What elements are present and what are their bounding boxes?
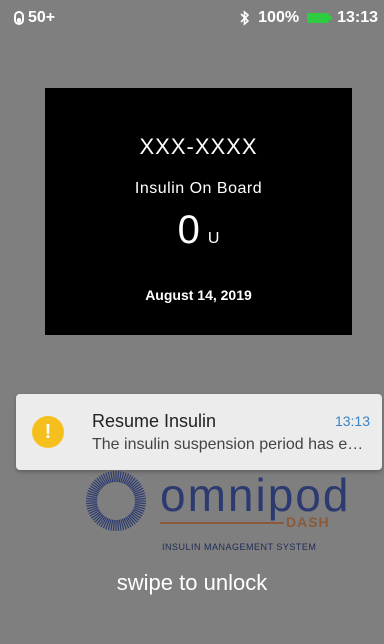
status-left: 50+ (14, 9, 55, 27)
battery-icon (307, 13, 333, 23)
card-date: August 14, 2019 (145, 287, 252, 303)
iob-label: Insulin On Board (134, 180, 263, 197)
logo-subtitle: INSULIN MANAGEMENT SYSTEM (162, 542, 317, 552)
status-bar: 50+ 100% 13:13 (0, 0, 384, 36)
battery-percent: 100% (258, 9, 300, 26)
omnipod-logo: omnipod DASH INSULIN MANAGEMENT SYSTEM (80, 469, 348, 560)
resume-insulin-notification[interactable]: ! Resume Insulin 13:13 The insulin suspe… (16, 394, 382, 470)
pdm-status-card: XXX-XXXX Insulin On Board 0 U August 14,… (45, 88, 352, 335)
notification-count-icon (14, 11, 24, 25)
swipe-to-unlock[interactable]: swipe to unlock (0, 570, 384, 596)
bluetooth-icon (240, 10, 250, 26)
iob-unit: U (207, 230, 220, 247)
device-serial: XXX-XXXX (139, 134, 258, 159)
omnipod-ring-icon (86, 471, 146, 531)
notification-text: The insulin suspension period has ended. (92, 435, 370, 453)
logo-underline (160, 522, 284, 524)
notification-header: Resume Insulin 13:13 (92, 411, 370, 432)
warning-icon: ! (32, 416, 64, 448)
iob-value: 0 (177, 208, 200, 252)
status-right: 100% 13:13 (240, 9, 378, 27)
notification-body: Resume Insulin 13:13 The insulin suspens… (92, 411, 370, 454)
clock: 13:13 (337, 9, 378, 26)
logo-dash: DASH (286, 514, 330, 530)
notification-title: Resume Insulin (92, 410, 217, 431)
notification-count: 50+ (28, 9, 56, 26)
notification-time: 13:13 (334, 413, 370, 429)
iob-value-row: 0 U (178, 208, 220, 253)
